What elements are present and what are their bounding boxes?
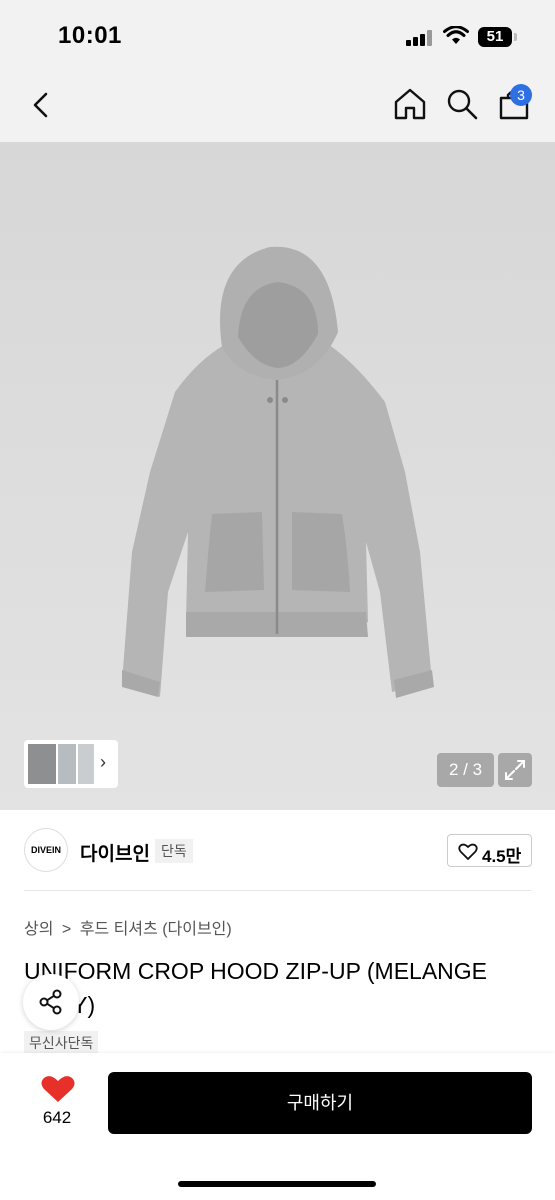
breadcrumb-subcategory[interactable]: 후드 티셔츠 (다이브인) [80,921,232,938]
product-title: UNIFORM CROP HOOD ZIP-UP (MELANGE GRAY) [24,958,488,1018]
battery-icon: 51 [478,27,512,47]
share-button[interactable] [23,974,79,1030]
nav-bar [0,70,555,142]
thumbnail-2[interactable] [58,744,76,784]
chevron-right-icon[interactable]: › [100,752,106,773]
battery-cap [514,33,517,41]
image-pager: 2 / 3 [437,753,494,787]
signal-icon [406,30,434,46]
buy-button[interactable]: 구매하기 [108,1072,532,1134]
thumbnail-1[interactable] [28,744,56,784]
status-bar: 10:01 51 [0,0,555,70]
brand-logo[interactable]: DIVEIN [24,828,68,872]
home-icon[interactable] [392,86,428,122]
product-image[interactable] [0,142,555,810]
heart-filled-icon[interactable] [38,1074,78,1104]
heart-outline-icon [458,843,478,860]
brand-name[interactable]: 다이브인 [80,839,150,866]
share-icon [39,989,62,1015]
back-icon[interactable] [26,88,56,122]
expand-icon[interactable] [498,753,532,787]
hoodie-illustration [122,246,434,698]
home-indicator [178,1181,376,1187]
divider [24,890,531,891]
thumbnail-3[interactable] [78,744,94,784]
brand-like-button[interactable]: 4.5만 [447,834,532,867]
brand-row: DIVEIN 다이브인 단독 4.5만 [0,810,555,890]
breadcrumb-separator: > [61,921,72,938]
brand-like-count: 4.5만 [482,847,522,866]
search-icon[interactable] [444,86,480,122]
status-time: 10:01 [58,22,122,49]
breadcrumb: 상의 > 후드 티셔츠 (다이브인) [24,915,232,939]
cart-count-badge: 3 [510,84,532,106]
brand-exclusive-badge: 단독 [155,839,193,863]
wifi-icon [443,26,469,44]
breadcrumb-category[interactable]: 상의 [24,921,53,938]
product-like-count: 642 [42,1108,72,1127]
store-exclusive-badge: 무신사단독 [24,1031,99,1055]
